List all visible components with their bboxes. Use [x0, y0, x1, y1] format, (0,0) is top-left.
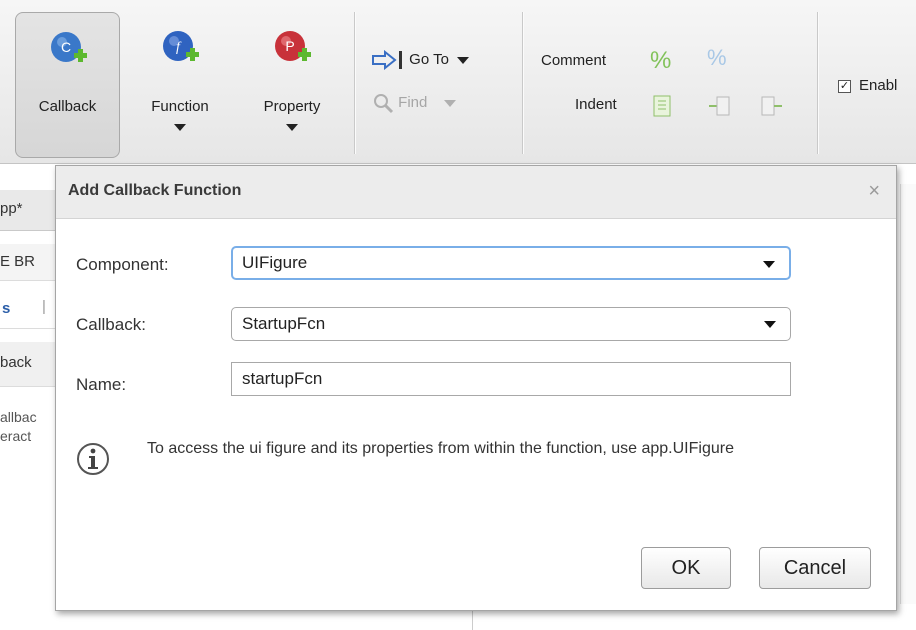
chevron-down-icon	[764, 321, 776, 328]
callback-select[interactable]: StartupFcn	[231, 307, 791, 341]
increase-indent-icon[interactable]	[707, 94, 731, 118]
ok-button[interactable]: OK	[641, 547, 731, 589]
callback-value: StartupFcn	[242, 314, 326, 333]
find-label: Find	[398, 93, 428, 111]
browser-header: E BR	[0, 244, 58, 281]
toolbar-divider	[522, 12, 523, 154]
goto-arrow-icon	[372, 49, 402, 71]
browser-tabs: s |	[0, 292, 58, 329]
goto-label: Go To	[409, 50, 449, 68]
enable-checkbox[interactable]: ✓ Enabl	[838, 77, 897, 94]
svg-text:P: P	[285, 38, 294, 54]
add-callback-dialog: Add Callback Function × Component: UIFig…	[55, 165, 897, 611]
svg-text:C: C	[60, 39, 70, 55]
add-function-button[interactable]: f Function	[130, 12, 230, 156]
callback-label: Callback	[38, 98, 97, 115]
editor-tab[interactable]: pp*	[0, 190, 58, 231]
callback-field-label: Callback:	[76, 315, 146, 334]
property-label: Property	[263, 98, 321, 115]
cancel-button[interactable]: Cancel	[759, 547, 871, 589]
info-message: To access the ui figure and its properti…	[147, 440, 734, 457]
editor-tab-label: pp*	[0, 200, 23, 217]
browser-header-label: E BR	[0, 253, 36, 270]
indent-label: Indent	[575, 96, 617, 113]
info-icon	[77, 443, 109, 475]
right-panel-edge	[900, 184, 916, 604]
enable-label: Enabl	[859, 77, 898, 94]
name-label: Name:	[76, 375, 127, 394]
name-value: startupFcn	[242, 369, 323, 388]
comment-icon[interactable]: %	[650, 47, 671, 75]
chevron-down-icon	[763, 261, 775, 268]
component-select[interactable]: UIFigure	[231, 246, 791, 280]
add-callback-button[interactable]: C Callback	[15, 12, 120, 158]
tab-divider: |	[42, 298, 46, 315]
toolbar-ribbon: C Callback f Function P Property Go To F…	[0, 0, 916, 164]
property-icon: P	[275, 31, 311, 61]
toolbar-divider	[817, 12, 818, 154]
find-button[interactable]: Find	[372, 92, 456, 114]
comment-label: Comment	[541, 52, 607, 69]
uncomment-icon[interactable]: %	[707, 45, 727, 71]
section-header: back	[0, 342, 58, 387]
add-property-button[interactable]: P Property	[242, 12, 342, 156]
chevron-down-icon	[443, 99, 456, 107]
smart-indent-icon[interactable]	[652, 94, 674, 118]
dialog-title: Add Callback Function	[68, 182, 242, 199]
component-label: Component:	[76, 255, 169, 274]
dialog-titlebar[interactable]: Add Callback Function ×	[56, 166, 896, 219]
section-header-label: back	[0, 354, 32, 371]
chevron-down-icon	[174, 124, 186, 131]
toolbar-divider	[354, 12, 355, 154]
chevron-down-icon	[457, 56, 470, 64]
decrease-indent-icon[interactable]	[760, 94, 784, 118]
function-icon: f	[163, 31, 199, 61]
browser-tab-label: s	[2, 300, 11, 317]
search-icon	[374, 94, 394, 114]
background-text: eract	[0, 428, 32, 444]
callback-icon: C	[50, 32, 87, 62]
close-icon[interactable]: ×	[868, 180, 880, 203]
background-text: allbac	[0, 409, 37, 425]
component-value: UIFigure	[242, 253, 308, 272]
function-label: Function	[151, 98, 209, 115]
chevron-down-icon	[286, 124, 298, 131]
checkbox-checked-icon: ✓	[838, 79, 851, 93]
goto-button[interactable]: Go To	[371, 49, 470, 71]
name-input[interactable]: startupFcn	[231, 362, 791, 396]
